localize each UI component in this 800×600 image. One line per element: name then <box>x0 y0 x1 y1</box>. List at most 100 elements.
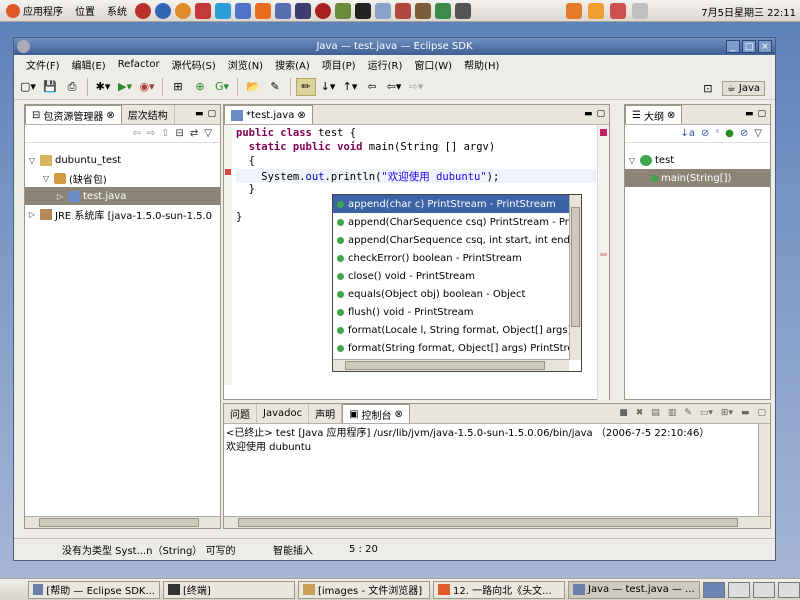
completion-vscrollbar[interactable] <box>569 195 581 360</box>
java-perspective-button[interactable]: ☕ Java <box>721 80 765 96</box>
task-button[interactable]: [帮助 — Eclipse SDK... <box>28 580 160 599</box>
volume-icon[interactable] <box>632 3 648 19</box>
scroll-lock-icon[interactable]: ▥ <box>668 408 677 418</box>
tree-item-test-java[interactable]: ▷ test.java <box>25 187 220 205</box>
tab-test-java[interactable]: *test.java ⊗ <box>224 105 313 124</box>
link-editor-icon[interactable]: ⇄ <box>190 128 198 139</box>
forward-icon[interactable]: ⇨▾ <box>406 78 426 96</box>
debian-launcher-icon[interactable] <box>135 2 151 19</box>
tab-problems[interactable]: 问题 <box>224 404 257 423</box>
completion-item[interactable]: flush() void - PrintStream <box>333 303 569 321</box>
tab-outline[interactable]: ☰ 大纲 ⊗ <box>625 105 683 124</box>
close-button[interactable]: × <box>758 40 772 53</box>
minimize-view-icon[interactable]: ▬ <box>741 408 750 418</box>
tray-update-icon[interactable] <box>588 3 604 19</box>
settings-launcher-icon[interactable] <box>295 2 311 19</box>
office-launcher-icon[interactable] <box>275 2 291 19</box>
error-marker-icon[interactable] <box>225 169 231 175</box>
view-menu-icon[interactable]: ▽ <box>754 128 762 139</box>
maximize-view-icon[interactable]: ▢ <box>596 109 605 119</box>
applications-menu[interactable]: 应用程序 <box>0 3 69 18</box>
back-icon[interactable]: ⇦▾ <box>384 78 404 96</box>
tray-app-icon[interactable] <box>566 3 582 19</box>
maximize-view-icon[interactable]: ▢ <box>757 109 766 119</box>
minimize-view-icon[interactable]: ▬ <box>745 109 754 119</box>
menu-navigate[interactable]: 浏览(N) <box>222 55 269 74</box>
maximize-view-icon[interactable]: ▢ <box>207 109 216 119</box>
chat-launcher-icon[interactable] <box>395 2 411 19</box>
completion-item[interactable]: append(CharSequence csq) PrintStream - P… <box>333 213 569 231</box>
forward-nav-icon[interactable]: ⇨ <box>147 128 155 139</box>
hide-static-icon[interactable]: ˢ <box>715 128 719 139</box>
minimize-view-icon[interactable]: ▬ <box>584 109 593 119</box>
tab-hierarchy[interactable]: 层次结构 <box>122 105 175 124</box>
sort-icon[interactable]: ↓a <box>681 128 696 139</box>
new-icon[interactable]: ▢▾ <box>18 78 38 96</box>
menu-run[interactable]: 运行(R) <box>362 55 409 74</box>
menu-window[interactable]: 窗口(W) <box>408 55 458 74</box>
collapse-all-icon[interactable]: ⊟ <box>176 128 184 139</box>
tree-item-default-package[interactable]: ▽ (缺省包) <box>25 169 220 187</box>
new-class-icon[interactable]: ⊕ <box>190 78 210 96</box>
close-tab-icon[interactable]: ⊗ <box>297 110 305 121</box>
menu-search[interactable]: 搜索(A) <box>269 55 316 74</box>
clock[interactable]: 7月5日星期三 22:11 <box>701 4 796 19</box>
maximize-view-icon[interactable]: ▢ <box>757 408 766 418</box>
close-tab-icon[interactable]: ⊗ <box>667 110 675 121</box>
completion-item[interactable]: close() void - PrintStream <box>333 267 569 285</box>
pin-console-icon[interactable]: ✎ <box>684 408 692 418</box>
console-output[interactable]: 欢迎使用 dubuntu <box>226 441 768 455</box>
mozilla-launcher-icon[interactable] <box>235 2 251 19</box>
workspace-2[interactable] <box>728 581 750 598</box>
minimize-view-icon[interactable]: ▬ <box>195 109 204 119</box>
close-tab-icon[interactable]: ⊗ <box>106 110 114 121</box>
skype-launcher-icon[interactable] <box>215 2 231 19</box>
search-icon[interactable]: ✎ <box>265 78 285 96</box>
game-launcher-icon[interactable] <box>315 2 331 19</box>
open-perspective-icon[interactable]: ⊡ <box>698 79 718 97</box>
terminate-icon[interactable]: ■ <box>619 408 628 418</box>
completion-item[interactable]: equals(Object obj) boolean - Object <box>333 285 569 303</box>
new-package-icon[interactable]: ⊞ <box>168 78 188 96</box>
system-menu[interactable]: 系统 <box>101 3 133 18</box>
menu-project[interactable]: 项目(P) <box>316 55 362 74</box>
task-button[interactable]: 12. 一路向北《头文... <box>433 580 565 599</box>
view-menu-icon[interactable]: ▽ <box>204 128 212 139</box>
tab-console[interactable]: ▣ 控制台 ⊗ <box>342 404 410 423</box>
console-vscrollbar[interactable] <box>758 424 770 516</box>
close-tab-icon[interactable]: ⊗ <box>395 409 403 420</box>
menu-source[interactable]: 源代码(S) <box>166 55 222 74</box>
menu-file[interactable]: 文件(F) <box>20 55 66 74</box>
maximize-button[interactable]: □ <box>742 40 756 53</box>
workspace-4[interactable] <box>778 581 800 598</box>
tab-javadoc[interactable]: Javadoc <box>257 404 310 423</box>
expand-icon[interactable]: ▽ <box>41 174 51 183</box>
collapse-icon[interactable]: ▷ <box>55 192 65 201</box>
completion-item[interactable]: append(CharSequence csq, int start, int … <box>333 231 569 249</box>
back-nav-icon[interactable]: ⇦ <box>132 128 140 139</box>
outline-item-class[interactable]: ▽ test <box>625 151 770 169</box>
window-titlebar[interactable]: Java — test.java — Eclipse SDK _ □ × <box>14 38 775 55</box>
monitor-launcher-icon[interactable] <box>375 2 391 19</box>
collapse-icon[interactable]: ▷ <box>27 210 37 219</box>
outline-item-main[interactable]: main(String[]) <box>625 169 770 187</box>
mark-occurrences-icon[interactable]: ✏ <box>296 77 316 96</box>
book-launcher-icon[interactable] <box>415 2 431 19</box>
up-icon[interactable]: ⇧ <box>161 128 169 139</box>
tree-item-project[interactable]: ▽ dubuntu_test <box>25 151 220 169</box>
last-edit-icon[interactable]: ⇦ <box>362 78 382 96</box>
workspace-1[interactable] <box>703 581 725 598</box>
remove-launch-icon[interactable]: ✖ <box>636 408 644 418</box>
window-menu-icon[interactable] <box>17 40 30 53</box>
hide-nonpublic-icon[interactable]: ● <box>725 128 734 139</box>
prev-annotation-icon[interactable]: ↑▾ <box>340 78 360 96</box>
hide-local-icon[interactable]: ⊘ <box>740 128 748 139</box>
overview-ruler[interactable] <box>597 125 609 400</box>
firefox-launcher-icon[interactable] <box>175 2 191 19</box>
menu-edit[interactable]: 编辑(E) <box>66 55 112 74</box>
next-annotation-icon[interactable]: ↓▾ <box>318 78 338 96</box>
tray-notify-icon[interactable] <box>610 3 626 19</box>
clear-console-icon[interactable]: ▤ <box>651 408 660 418</box>
display-console-icon[interactable]: ▭▾ <box>700 408 713 418</box>
expand-icon[interactable]: ▽ <box>27 156 37 165</box>
